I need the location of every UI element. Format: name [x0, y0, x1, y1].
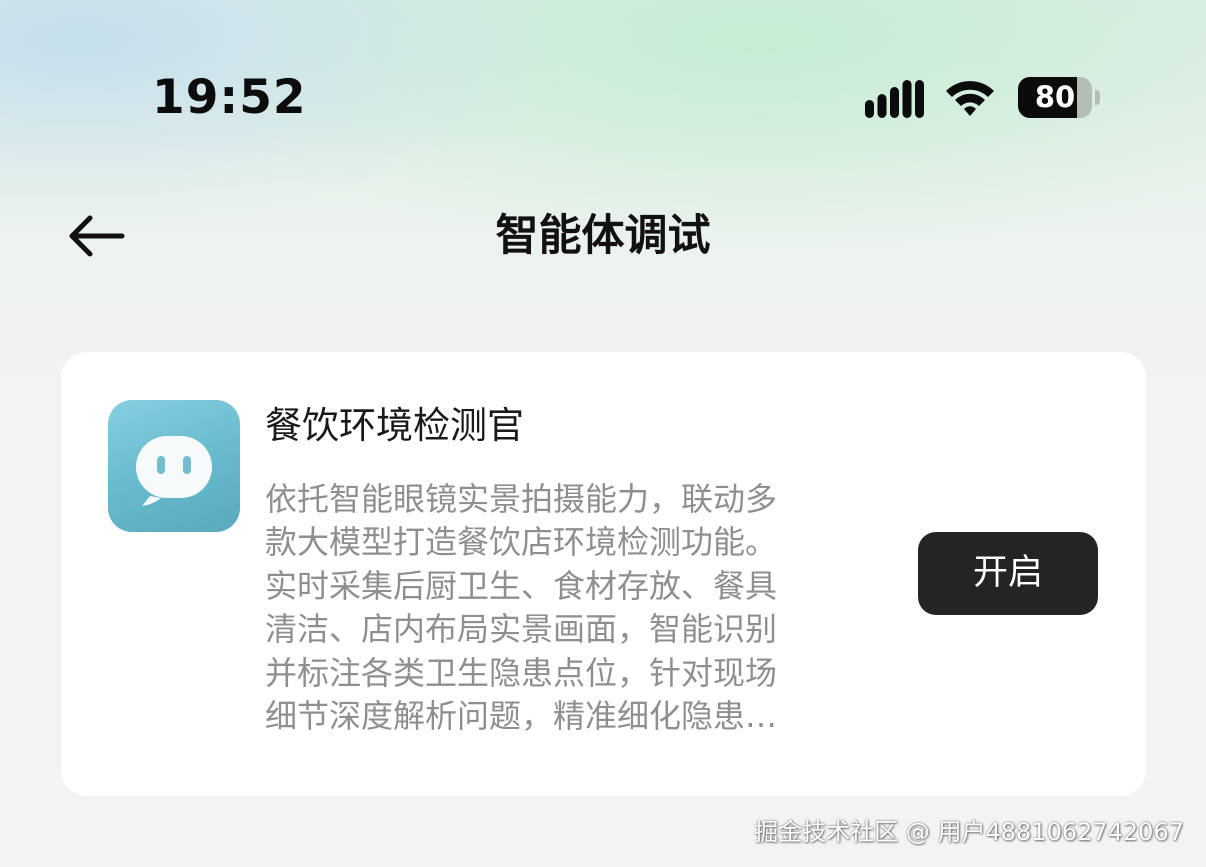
battery-cap [1095, 90, 1100, 105]
status-time: 19:52 [152, 70, 307, 125]
battery-level-text: 80 [1034, 80, 1076, 114]
description-line: 实时采集后厨卫生、食材存放、餐具 [265, 566, 778, 605]
description-line: 依托智能眼镜实景拍摄能力，联动多 [265, 480, 778, 518]
agent-description: 依托智能眼镜实景拍摄能力，联动多 款大模型打造餐饮店环境检测功能。 实时采集后厨… [265, 478, 865, 738]
battery-icon: 80 [1018, 77, 1092, 118]
description-line: 细节深度解析问题，精准细化隐患… [265, 696, 778, 735]
description-line: 并标注各类卫生隐患点位，针对现场 [265, 653, 778, 692]
wifi-icon [946, 81, 994, 116]
cellular-signal-icon [865, 80, 924, 118]
chat-bubble-icon [136, 436, 212, 506]
enable-button[interactable]: 开启 [918, 532, 1098, 615]
description-line: 款大模型打造餐饮店环境检测功能。 [265, 523, 778, 562]
description-line: 清洁、店内布局实景画面，智能识别 [265, 610, 778, 649]
agent-card[interactable]: 餐饮环境检测官 依托智能眼镜实景拍摄能力，联动多 款大模型打造餐饮店环境检测功能… [61, 352, 1146, 796]
page-title: 智能体调试 [495, 211, 711, 261]
watermark: 掘金技术社区 @ 用户4881062742067 [754, 818, 1184, 846]
agent-name: 餐饮环境检测官 [265, 404, 524, 447]
status-bar: 19:52 80 [0, 0, 1206, 200]
agent-avatar [108, 400, 240, 532]
